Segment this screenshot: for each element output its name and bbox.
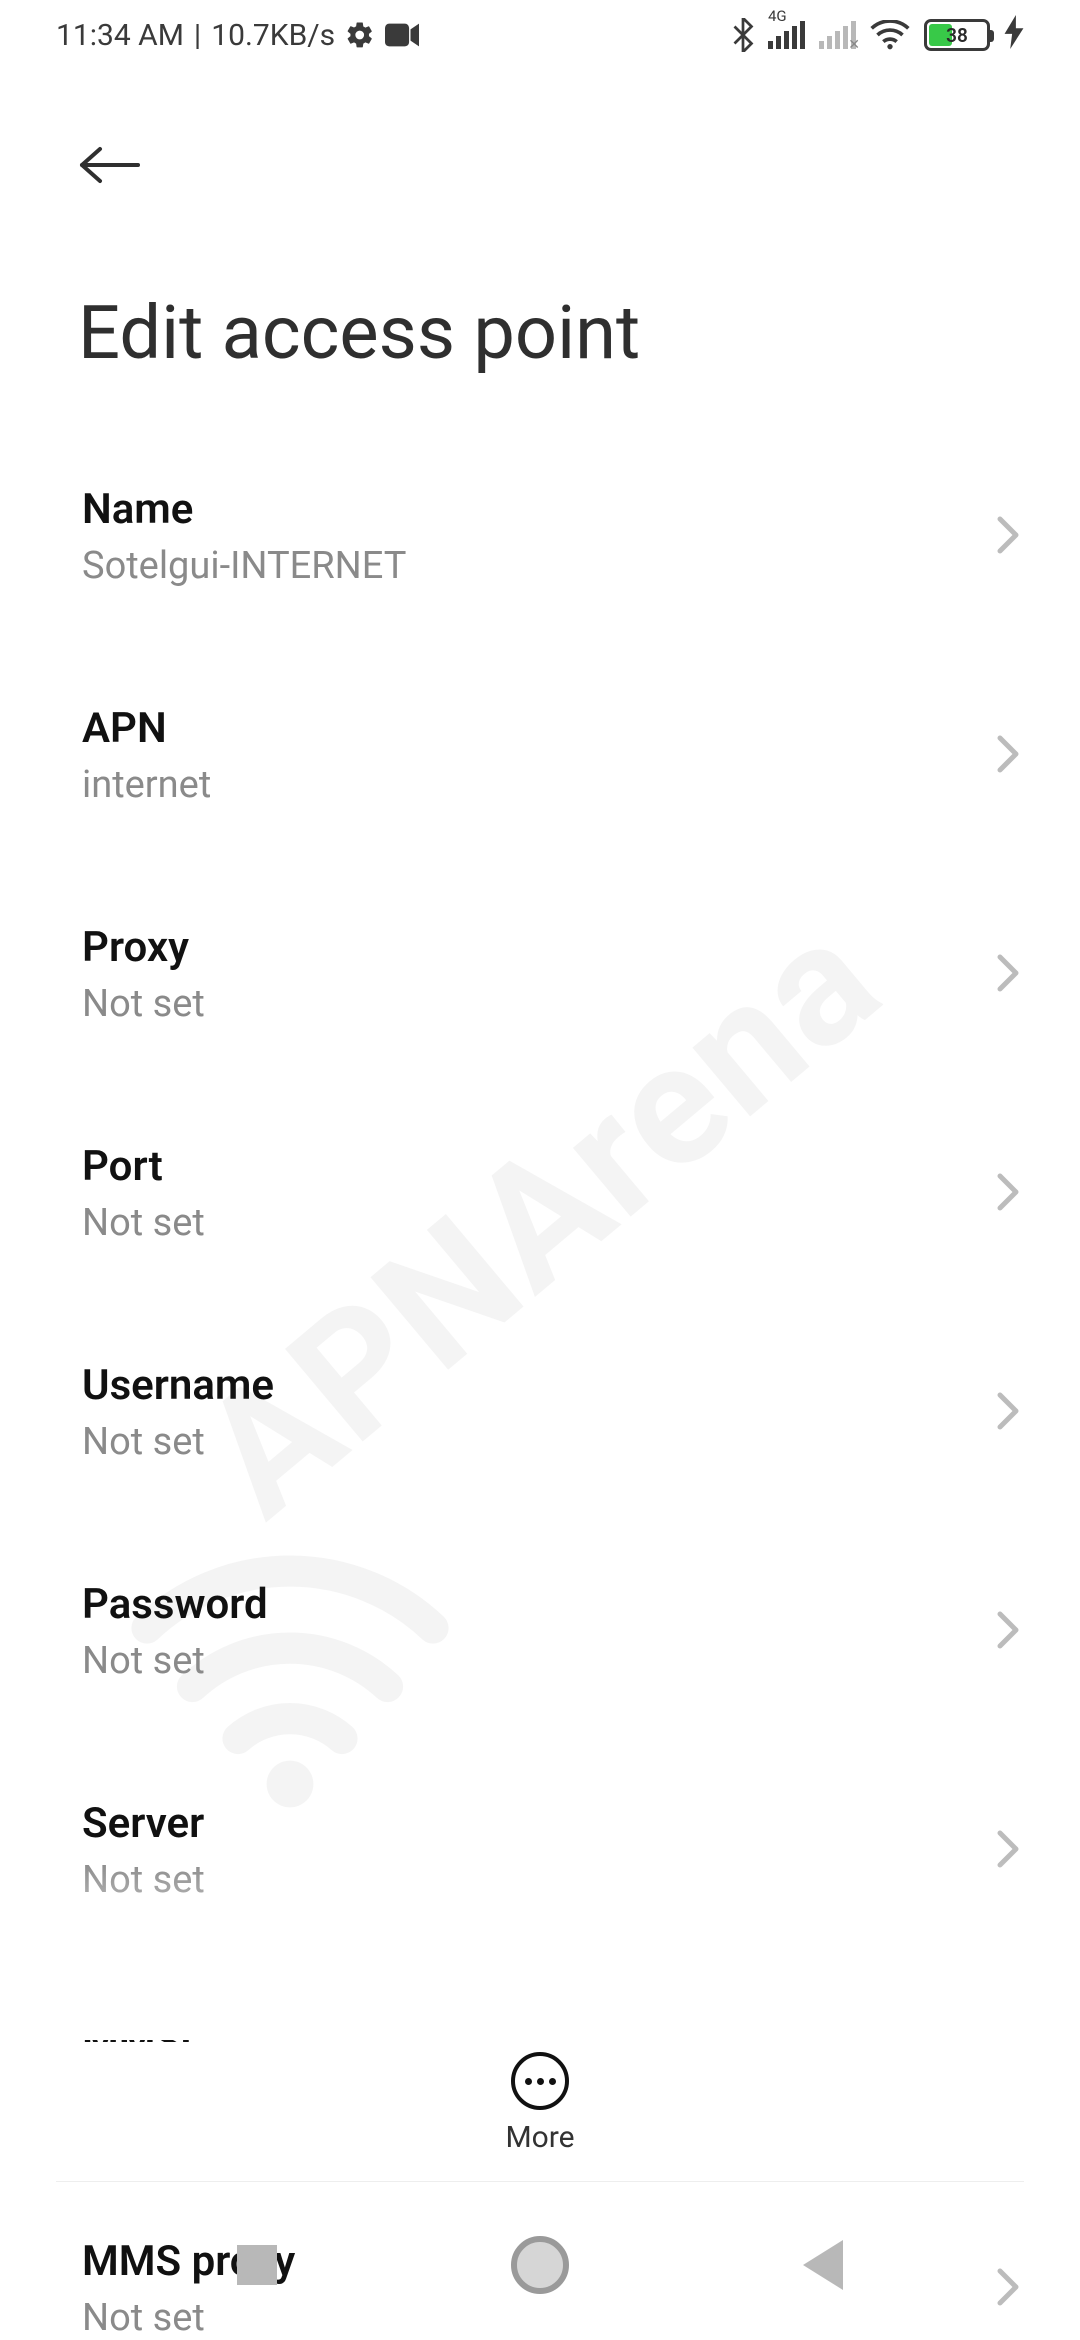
more-label: More <box>505 2120 574 2155</box>
status-time: 11:34 AM <box>56 18 184 53</box>
chevron-right-icon <box>996 734 1020 778</box>
item-port[interactable]: Port Not set <box>0 1084 1080 1303</box>
item-server[interactable]: Server Not set <box>0 1741 1080 1960</box>
system-nav-bar <box>0 2190 1080 2340</box>
signal-4g-label: 4G <box>768 7 787 25</box>
status-left: 11:34 AM | 10.7KB/s <box>56 18 419 53</box>
battery-percent: 38 <box>927 22 987 48</box>
item-label: APN <box>82 704 998 753</box>
nav-back-button[interactable] <box>803 2240 843 2290</box>
page-title: Edit access point <box>0 190 1080 417</box>
chevron-right-icon <box>996 1829 1020 1873</box>
gear-icon <box>345 20 375 50</box>
status-right: 4G ✕ 38 <box>732 15 1024 56</box>
chevron-right-icon <box>996 1391 1020 1435</box>
item-value: internet <box>82 763 998 807</box>
item-value: Not set <box>82 982 998 1026</box>
item-password[interactable]: Password Not set <box>0 1522 1080 1741</box>
more-button[interactable]: More <box>0 2042 1080 2155</box>
more-icon <box>511 2052 569 2110</box>
chevron-right-icon <box>996 953 1020 997</box>
item-value: Not set <box>82 1201 998 1245</box>
bluetooth-icon <box>732 18 754 52</box>
back-button[interactable] <box>78 140 146 190</box>
bottom-divider <box>56 2181 1024 2182</box>
item-label: Proxy <box>82 923 998 972</box>
signal-sim2: ✕ <box>819 21 856 49</box>
item-apn[interactable]: APN internet <box>0 646 1080 865</box>
item-label: Port <box>82 1142 998 1191</box>
item-value: Not set <box>82 1420 998 1464</box>
item-proxy[interactable]: Proxy Not set <box>0 865 1080 1084</box>
item-username[interactable]: Username Not set <box>0 1303 1080 1522</box>
item-label: Name <box>82 485 998 534</box>
no-sim-x-icon: ✕ <box>848 37 860 53</box>
item-label: Password <box>82 1580 998 1629</box>
nav-home-button[interactable] <box>511 2236 569 2294</box>
chevron-right-icon <box>996 515 1020 559</box>
item-value: Not set <box>82 1639 998 1683</box>
item-label: Server <box>82 1799 998 1848</box>
wifi-icon <box>870 20 910 50</box>
item-value: Sotelgui-INTERNET <box>82 544 998 588</box>
status-sep: | <box>194 18 201 53</box>
battery-icon: 38 <box>924 19 990 51</box>
status-speed: 10.7KB/s <box>211 18 335 53</box>
chevron-right-icon <box>996 1610 1020 1654</box>
item-label: Username <box>82 1361 998 1410</box>
item-name[interactable]: Name Sotelgui-INTERNET <box>0 427 1080 646</box>
charging-bolt-icon <box>1004 15 1024 56</box>
item-value: Not set <box>82 1858 998 1902</box>
chevron-right-icon <box>996 1172 1020 1216</box>
video-camera-icon <box>385 23 419 47</box>
status-bar: 11:34 AM | 10.7KB/s 4G ✕ <box>0 0 1080 70</box>
signal-sim1: 4G <box>768 21 805 49</box>
nav-recent-apps-button[interactable] <box>237 2245 277 2285</box>
